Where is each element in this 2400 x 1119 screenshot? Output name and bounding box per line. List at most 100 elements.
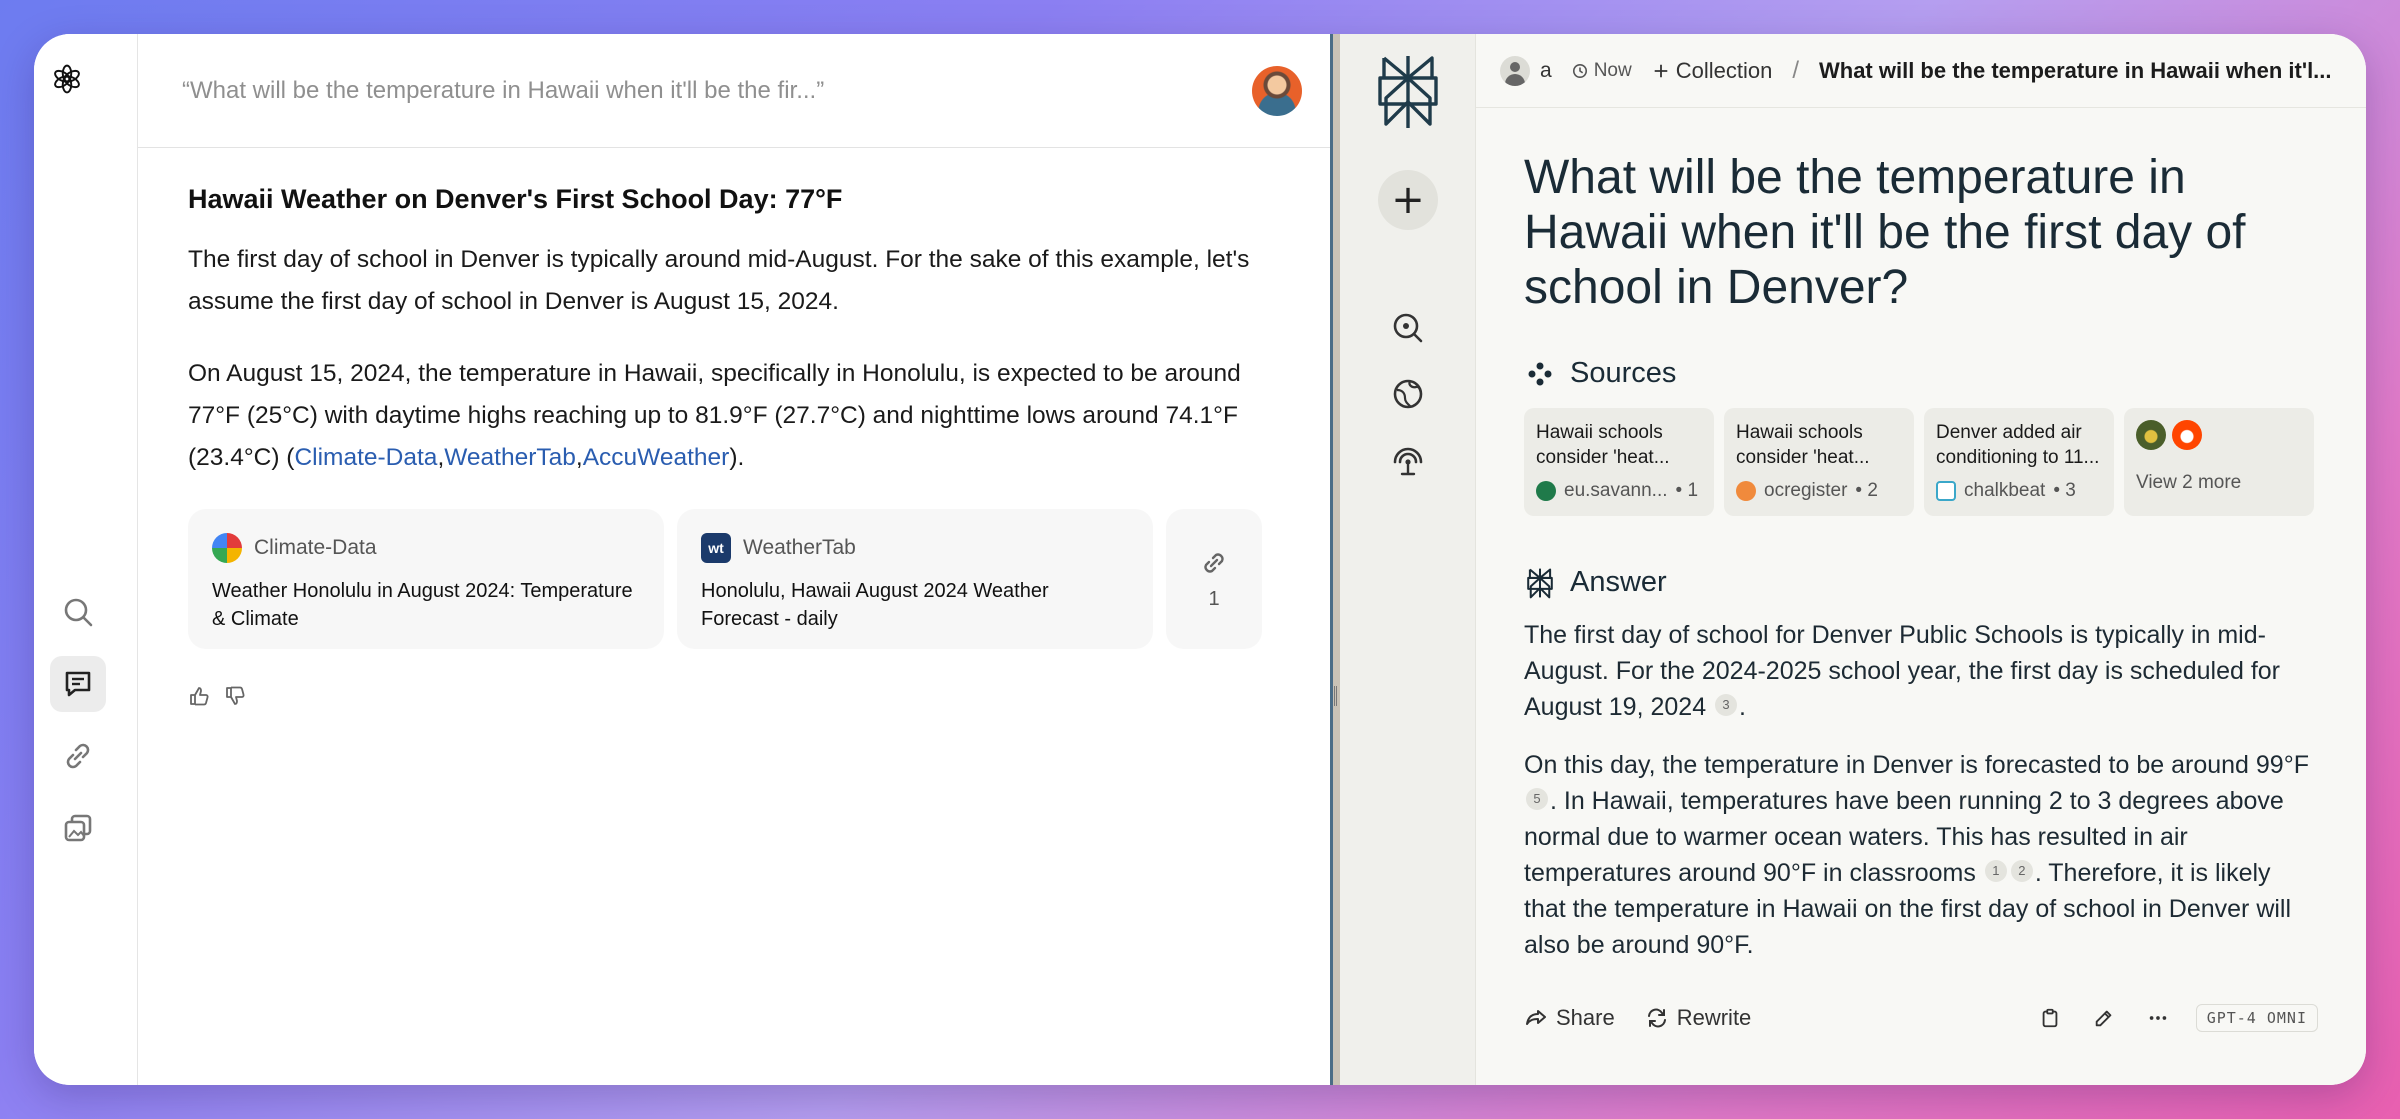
reddit-icon	[2172, 420, 2202, 450]
source-card[interactable]: Hawaii schools consider 'heat... ocregis…	[1724, 408, 1914, 516]
add-to-collection-button[interactable]: Collection	[1652, 57, 1773, 84]
user-chip[interactable]: a	[1500, 55, 1552, 86]
share-button[interactable]: Share	[1524, 1005, 1615, 1031]
more-links-card[interactable]: 1	[1166, 509, 1262, 649]
avatar[interactable]	[1252, 65, 1302, 116]
thread-view: a Now Collection / What will be the temp…	[1476, 34, 2366, 1085]
source-title: Honolulu, Hawaii August 2024 Weather For…	[701, 580, 1049, 630]
copy-button[interactable]	[2034, 1002, 2066, 1034]
thread-topbar: a Now Collection / What will be the temp…	[1476, 34, 2366, 108]
model-badge[interactable]: GPT-4 OMNI	[2195, 1004, 2318, 1032]
answer-text: .	[1739, 693, 1746, 721]
thread-content: What will be the temperature in Hawaii w…	[1476, 108, 2366, 963]
app-window: “What will be the temperature in Hawaii …	[34, 34, 2366, 1085]
user-name: a	[1540, 58, 1552, 82]
answer-paragraph-1: The first day of school for Denver Publi…	[1524, 617, 2318, 725]
spaces-icon[interactable]	[1390, 442, 1426, 478]
link-icon	[1204, 552, 1224, 573]
source-number: • 2	[1855, 480, 1878, 501]
more-options-button[interactable]	[2142, 1002, 2174, 1034]
citation-badge[interactable]: 2	[2010, 860, 2033, 882]
weathertab-icon: wt	[701, 533, 731, 563]
left-sidebar	[34, 34, 138, 1085]
thumbs-up-icon[interactable]	[188, 685, 210, 707]
openai-logo-icon[interactable]	[50, 62, 106, 118]
climate-data-icon	[212, 533, 242, 563]
citation-link-weathertab[interactable]: WeatherTab	[444, 444, 576, 471]
source-card[interactable]: Hawaii schools consider 'heat... eu.sava…	[1524, 408, 1714, 516]
answer-body: The first day of school for Denver Publi…	[1524, 617, 2318, 963]
chat-icon[interactable]	[50, 656, 106, 712]
user-avatar-icon	[1500, 55, 1530, 86]
source-card-weathertab[interactable]: wt WeatherTab Honolulu, Hawaii August 20…	[677, 509, 1153, 649]
answer-paragraph-2: On August 15, 2024, the temperature in H…	[188, 353, 1270, 479]
conversation-title: “What will be the temperature in Hawaii …	[182, 76, 825, 104]
source-title: Weather Honolulu in August 2024: Tempera…	[212, 580, 633, 630]
search-focus-icon[interactable]	[1390, 310, 1426, 346]
answer-text-end: ).	[729, 444, 745, 471]
ocregister-favicon-icon	[1736, 481, 1756, 501]
answer-actions: Share Rewrite GPT-4 OMNI	[1524, 1002, 2318, 1034]
answer-text: The first day of school for Denver Publi…	[1524, 621, 2280, 721]
drag-handle-icon[interactable]	[1334, 686, 1337, 706]
share-label: Share	[1556, 1005, 1615, 1030]
new-thread-button[interactable]: +	[1378, 170, 1438, 230]
discover-globe-icon[interactable]	[1390, 376, 1426, 412]
link-icon[interactable]	[50, 728, 106, 784]
source-number: • 1	[1675, 480, 1699, 501]
view-more-label: View 2 more	[2136, 472, 2242, 493]
rewrite-icon	[1647, 1008, 1666, 1028]
sources-icon	[1528, 362, 1552, 385]
perplexity-app: + a Now Collection / What will be the te…	[1340, 34, 2366, 1085]
source-name: WeatherTab	[743, 536, 856, 559]
sources-list: Hawaii schools consider 'heat... eu.sava…	[1524, 408, 2318, 516]
page-title: What will be the temperature in Hawaii w…	[1524, 151, 2246, 314]
source-title: Denver added air conditioning to 11...	[1936, 422, 2100, 468]
source-card-climate-data[interactable]: Climate-Data Weather Honolulu in August …	[188, 509, 664, 649]
separator: ,	[575, 444, 583, 471]
timestamp: Now	[1572, 60, 1632, 82]
clock-icon	[1572, 63, 1587, 78]
chat-panel: “What will be the temperature in Hawaii …	[138, 34, 1330, 1085]
answer-heading: Answer	[1524, 566, 2318, 599]
link-count: 1	[1208, 587, 1220, 610]
answer-label: Answer	[1570, 566, 1667, 598]
rewrite-label: Rewrite	[1676, 1005, 1752, 1030]
chatgpt-app: “What will be the temperature in Hawaii …	[34, 34, 1330, 1085]
clipboard-icon	[2042, 1008, 2058, 1028]
citation-link-climate-data[interactable]: Climate-Data	[294, 444, 437, 471]
edit-button[interactable]	[2088, 1002, 2120, 1034]
citation-link-accuweather[interactable]: AccuWeather	[583, 444, 730, 471]
split-divider[interactable]	[1330, 34, 1340, 1085]
thumbs-down-icon[interactable]	[224, 685, 246, 707]
plus-icon	[1654, 64, 1668, 77]
right-sidebar: +	[1340, 34, 1476, 1085]
source-name: Climate-Data	[254, 536, 377, 559]
citation-badge[interactable]: 1	[1984, 860, 2007, 882]
citation-badge[interactable]: 5	[1526, 788, 1548, 810]
view-more-sources[interactable]: View 2 more	[2124, 408, 2314, 516]
chalkbeat-favicon-icon	[1936, 481, 1956, 501]
search-icon[interactable]	[50, 584, 106, 640]
answer-text: On this day, the temperature in Denver i…	[1524, 751, 2309, 779]
more-icon	[2149, 1016, 2166, 1020]
source-site: eu.savann...	[1564, 480, 1668, 501]
source-card[interactable]: Denver added air conditioning to 11... c…	[1924, 408, 2114, 516]
breadcrumb: What will be the temperature in Hawaii w…	[1818, 57, 2332, 83]
savannah-favicon-icon	[1536, 481, 1556, 501]
citation-badge[interactable]: 3	[1715, 694, 1738, 716]
perplexity-answer-icon	[1527, 568, 1553, 598]
rewrite-button[interactable]: Rewrite	[1645, 1005, 1752, 1031]
sources-heading: Sources	[1524, 357, 2318, 390]
source-favicon-icon	[2136, 420, 2166, 450]
edit-icon	[2095, 1010, 2112, 1027]
source-title: Hawaii schools consider 'heat...	[1736, 422, 1870, 468]
collection-label: Collection	[1675, 57, 1773, 83]
source-site: chalkbeat	[1964, 480, 2046, 501]
images-icon[interactable]	[50, 800, 106, 856]
source-title: Hawaii schools consider 'heat...	[1536, 422, 1670, 468]
answer-title: Hawaii Weather on Denver's First School …	[188, 184, 843, 214]
perplexity-logo-icon[interactable]	[1376, 52, 1440, 130]
chat-header: “What will be the temperature in Hawaii …	[138, 34, 1330, 148]
time-label: Now	[1593, 59, 1632, 81]
